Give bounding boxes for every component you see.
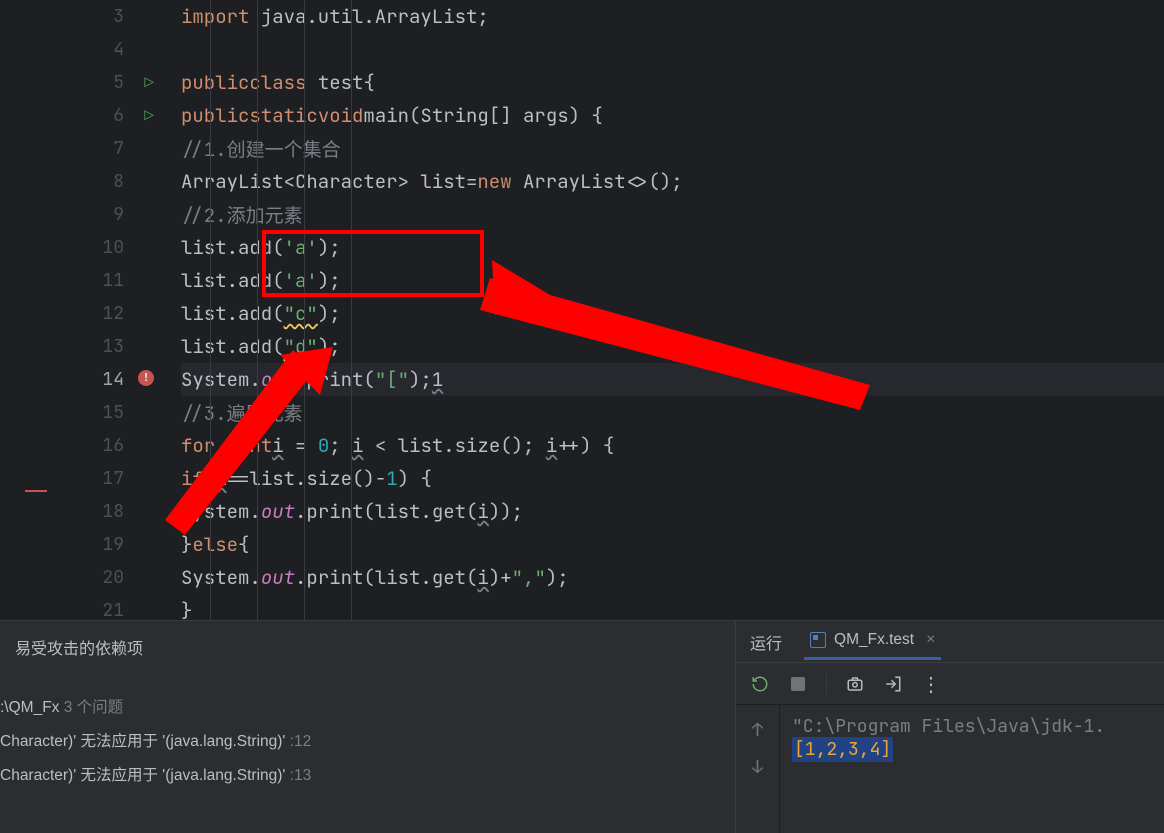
run-gutter-icon[interactable]: ▷ xyxy=(144,72,154,93)
line-number: 21 xyxy=(1,594,166,627)
code-line[interactable]: System.out.print(list.get(i)); xyxy=(181,495,1164,528)
stop-icon[interactable] xyxy=(788,674,808,694)
line-number: 10 xyxy=(1,231,166,264)
problem-item[interactable]: Character)' 无法应用于 '(java.lang.String)' :… xyxy=(0,757,735,791)
code-line[interactable]: } xyxy=(181,594,1164,627)
run-label: 运行 xyxy=(750,630,782,654)
code-line[interactable]: list.add("c"); xyxy=(181,297,1164,330)
vulnerabilities-title: 易受攻击的依赖项 xyxy=(0,631,735,673)
code-line[interactable]: //2.添加元素 xyxy=(181,198,1164,231)
code-line[interactable] xyxy=(181,33,1164,66)
line-number: 8 xyxy=(1,165,166,198)
line-number: 12 xyxy=(1,297,166,330)
line-number: 19 xyxy=(1,528,166,561)
code-line[interactable]: import java.util.ArrayList; xyxy=(181,0,1164,33)
line-number: 15 xyxy=(1,396,166,429)
code-line[interactable]: //3.遍历元素 xyxy=(181,396,1164,429)
code-line[interactable]: list.add('a'); xyxy=(181,264,1164,297)
code-line[interactable]: public class test{ xyxy=(181,66,1164,99)
line-number: 11 xyxy=(1,264,166,297)
code-line[interactable]: for (int i = 0; i < list.size(); i++) { xyxy=(181,429,1164,462)
code-line[interactable]: list.add("d"); xyxy=(181,330,1164,363)
arrow-up-icon[interactable]: ↑ xyxy=(752,719,763,742)
editor-gutter: 3 4 5▷ 6▷ 7 8 9 10 11 12 13 14 15 16 17 … xyxy=(1,0,166,620)
problems-project-row[interactable]: :\QM_Fx 3 个问题 xyxy=(0,673,735,723)
code-line[interactable]: if(i==list.size()-1) { xyxy=(181,462,1164,495)
code-line[interactable]: list.add('a'); xyxy=(181,231,1164,264)
change-marker xyxy=(25,490,47,492)
line-number: 20 xyxy=(1,561,166,594)
arrow-down-icon[interactable]: ↓ xyxy=(752,756,763,779)
code-line[interactable]: System.out.print(list.get(i)+","); xyxy=(181,561,1164,594)
console-result: [1,2,3,4] xyxy=(792,737,893,762)
console-side: ↑ ↓ xyxy=(736,705,780,833)
close-icon[interactable]: × xyxy=(926,631,935,649)
run-tab-name: QM_Fx.test xyxy=(834,631,914,649)
exit-icon[interactable] xyxy=(883,674,903,694)
line-number: 18 xyxy=(1,495,166,528)
code-line[interactable]: public static void main(String[] args) { xyxy=(181,99,1164,132)
line-number: 3 xyxy=(1,0,166,33)
class-file-icon xyxy=(810,632,826,648)
line-number: 9 xyxy=(1,198,166,231)
more-icon[interactable]: ⋮ xyxy=(921,674,941,694)
line-number: 7 xyxy=(1,132,166,165)
run-gutter-icon[interactable]: ▷ xyxy=(144,105,154,126)
rerun-icon[interactable] xyxy=(750,674,770,694)
code-editor[interactable]: import java.util.ArrayList; public class… xyxy=(166,0,1164,620)
problems-panel: 易受攻击的依赖项 :\QM_Fx 3 个问题 Character)' 无法应用于… xyxy=(0,621,735,833)
code-line-active[interactable]: System.out.print("[");1 xyxy=(181,363,1164,396)
problem-item[interactable]: Character)' 无法应用于 '(java.lang.String)' :… xyxy=(0,723,735,757)
code-line[interactable]: ArrayList<Character> list=new ArrayList<… xyxy=(181,165,1164,198)
camera-icon[interactable] xyxy=(845,674,865,694)
code-line[interactable]: //1.创建一个集合 xyxy=(181,132,1164,165)
run-panel: 运行 QM_Fx.test × ⋮ ↑ ↓ "C:\Program Files\… xyxy=(735,621,1164,833)
code-line[interactable]: }else{ xyxy=(181,528,1164,561)
line-number: 16 xyxy=(1,429,166,462)
run-config-tab[interactable]: QM_Fx.test × xyxy=(804,623,941,660)
console-output[interactable]: "C:\Program Files\Java\jdk-1. [1,2,3,4] xyxy=(780,705,1164,833)
error-bulb-icon[interactable] xyxy=(138,370,154,386)
line-number: 13 xyxy=(1,330,166,363)
line-number: 4 xyxy=(1,33,166,66)
line-number: 6▷ xyxy=(1,99,166,132)
run-toolbar: ⋮ xyxy=(736,663,1164,705)
console-command: "C:\Program Files\Java\jdk-1. xyxy=(792,715,1152,738)
line-number: 5▷ xyxy=(1,66,166,99)
